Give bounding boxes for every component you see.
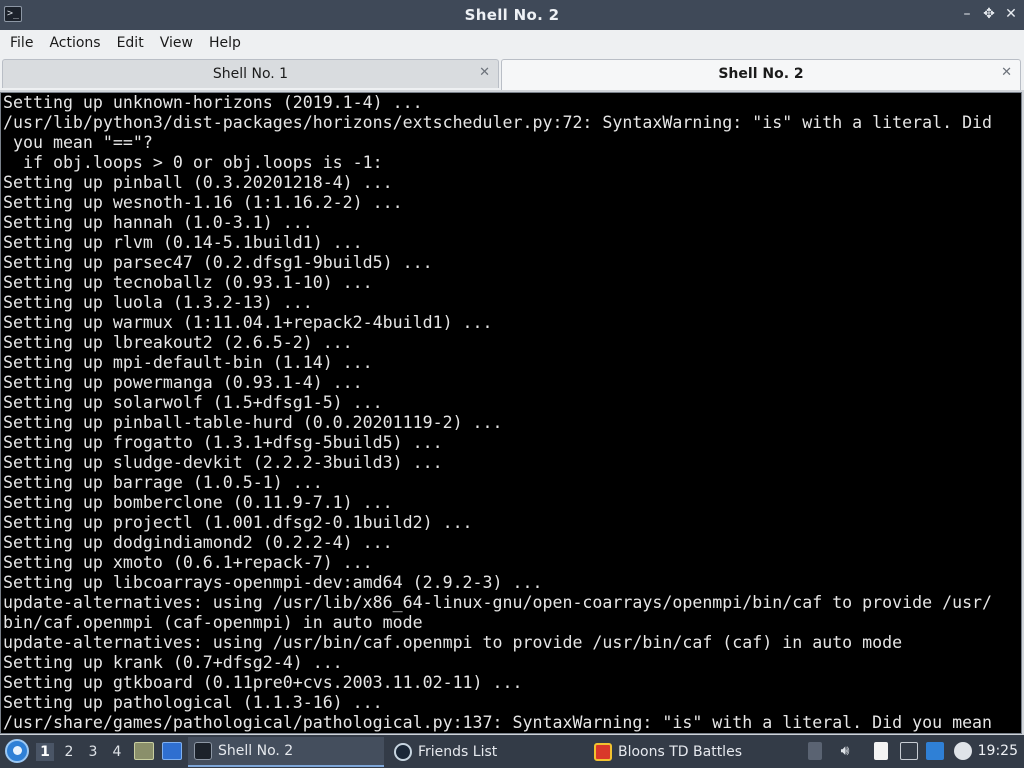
window-titlebar[interactable]: >_ Shell No. 2 – ✥ ✕ (0, 0, 1024, 30)
terminal-line: Setting up libcoarrays-openmpi-dev:amd64… (3, 573, 543, 592)
desktop-2-button[interactable]: 2 (60, 743, 78, 761)
terminal-line: Setting up mpi-default-bin (1.14) ... (3, 353, 373, 372)
task-label: Shell No. 2 (218, 743, 294, 759)
terminal-line: Setting up hannah (1.0-3.1) ... (3, 213, 313, 232)
menu-actions[interactable]: Actions (41, 35, 108, 51)
tab-shell-1[interactable]: Shell No. 1 ✕ (2, 59, 499, 88)
terminal-line: Setting up barrage (1.0.5-1) ... (3, 473, 323, 492)
terminal-line: bin/caf.openmpi (caf-openmpi) in auto mo… (3, 613, 423, 632)
tab-shell-2[interactable]: Shell No. 2 ✕ (501, 59, 1021, 90)
bloons-icon (594, 743, 612, 761)
tab-label: Shell No. 1 (212, 66, 289, 82)
desktop-1-button[interactable]: 1 (36, 743, 54, 761)
file-manager-icon[interactable] (134, 742, 154, 760)
tab-close-icon[interactable]: ✕ (479, 65, 490, 80)
terminal-line: Setting up projectl (1.001.dfsg2-0.1buil… (3, 513, 473, 532)
menu-file[interactable]: File (2, 35, 41, 51)
show-desktop-icon[interactable] (162, 742, 182, 760)
terminal-line: you mean "=="? (3, 133, 153, 152)
task-label: Bloons TD Battles (618, 744, 742, 760)
terminal-line: Setting up luola (1.3.2-13) ... (3, 293, 313, 312)
menu-edit[interactable]: Edit (109, 35, 152, 51)
terminal-line: Setting up gtkboard (0.11pre0+cvs.2003.1… (3, 673, 523, 692)
terminal-line: Setting up lbreakout2 (2.6.5-2) ... (3, 333, 353, 352)
tab-close-icon[interactable]: ✕ (1001, 65, 1012, 80)
terminal-line: Setting up pinball (0.3.20201218-4) ... (3, 173, 393, 192)
restore-button[interactable]: ✥ (982, 5, 996, 23)
terminal-line: Setting up warmux (1:11.04.1+repack2-4bu… (3, 313, 493, 332)
network-icon[interactable] (900, 742, 918, 760)
notes-icon[interactable] (874, 742, 888, 760)
menu-view[interactable]: View (152, 35, 201, 51)
terminal-line: Setting up xmoto (0.6.1+repack-7) ... (3, 553, 373, 572)
terminal-line: Setting up krank (0.7+dfsg2-4) ... (3, 653, 343, 672)
close-button[interactable]: ✕ (1004, 5, 1018, 23)
terminal-line: Setting up powermanga (0.93.1-4) ... (3, 373, 363, 392)
taskbar: 1 2 3 4 Shell No. 2 Friends List Bloons … (0, 735, 1024, 768)
clock: 19:25 (977, 743, 1018, 759)
terminal-line: Setting up pathological (1.1.3-16) ... (3, 693, 383, 712)
terminal-line: Setting up solarwolf (1.5+dfsg1-5) ... (3, 393, 383, 412)
menu-bar: File Actions Edit View Help (0, 30, 1024, 56)
task-label: Friends List (418, 744, 498, 760)
terminal-line: Setting up bomberclone (0.11.9-7.1) ... (3, 493, 393, 512)
desktop-3-button[interactable]: 3 (84, 743, 102, 761)
terminal-line: update-alternatives: using /usr/bin/caf.… (3, 633, 903, 652)
steam-icon (394, 743, 412, 761)
steam-tray-icon[interactable] (954, 742, 972, 760)
terminal-line: Setting up wesnoth-1.16 (1:1.16.2-2) ... (3, 193, 403, 212)
window-title: Shell No. 2 (464, 6, 560, 24)
start-menu-icon[interactable] (5, 739, 29, 763)
terminal-line: Setting up frogatto (1.3.1+dfsg-5build5)… (3, 433, 443, 452)
terminal-line: Setting up unknown-horizons (2019.1-4) .… (3, 93, 423, 112)
terminal-line: /usr/share/games/pathological/pathologic… (3, 713, 993, 732)
tab-bar: Shell No. 1 ✕ Shell No. 2 ✕ (0, 56, 1024, 90)
terminal-output[interactable]: Setting up unknown-horizons (2019.1-4) .… (0, 92, 1022, 734)
terminal-line: Setting up sludge-devkit (2.2.2-3build3)… (3, 453, 443, 472)
minimize-button[interactable]: – (960, 5, 974, 23)
update-notifier-icon[interactable] (926, 742, 944, 760)
menu-help[interactable]: Help (201, 35, 249, 51)
task-friends-list[interactable]: Friends List (388, 737, 584, 767)
clipboard-icon[interactable] (808, 742, 822, 760)
terminal-line: update-alternatives: using /usr/lib/x86_… (3, 593, 993, 612)
terminal-icon (194, 742, 212, 760)
terminal-line: Setting up tecnoballz (0.93.1-10) ... (3, 273, 373, 292)
task-shell-no-2[interactable]: Shell No. 2 (188, 737, 384, 767)
terminal-frame: Setting up unknown-horizons (2019.1-4) .… (0, 90, 1024, 735)
tab-label: Shell No. 2 (718, 66, 804, 82)
desktop-4-button[interactable]: 4 (108, 743, 126, 761)
terminal-line: if obj.loops > 0 or obj.loops is -1: (3, 153, 383, 172)
terminal-line: /usr/lib/python3/dist-packages/horizons/… (3, 113, 993, 132)
terminal-line: Setting up pinball-table-hurd (0.0.20201… (3, 413, 503, 432)
volume-icon[interactable]: 🔊︎ (836, 742, 854, 760)
terminal-line: Setting up dodgindiamond2 (0.2.2-4) ... (3, 533, 393, 552)
task-bloons-td-battles[interactable]: Bloons TD Battles (588, 737, 788, 767)
terminal-line: Setting up parsec47 (0.2.dfsg1-9build5) … (3, 253, 433, 272)
terminal-line: Setting up rlvm (0.14-5.1build1) ... (3, 233, 363, 252)
